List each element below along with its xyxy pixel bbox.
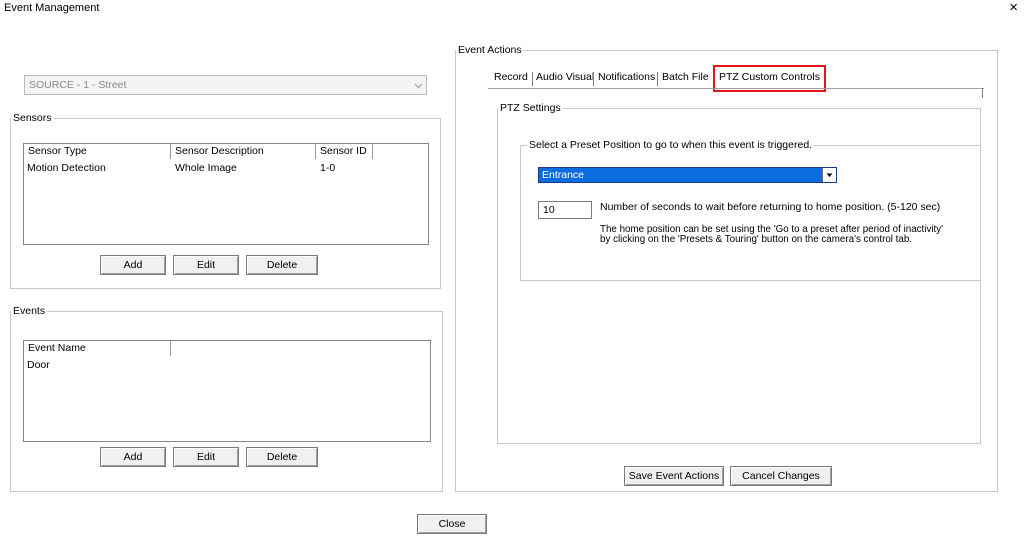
source-select-value: SOURCE - 1 - Street [29,79,127,91]
event-delete-button[interactable]: Delete [246,447,318,467]
event-name-cell: Door [27,359,50,371]
tab-strip-end [982,88,983,98]
sensors-list[interactable]: Sensor Type Sensor Description Sensor ID… [23,143,429,245]
table-row[interactable]: Door [24,358,171,372]
tab-notifications[interactable]: Notifications [594,69,659,87]
events-list-header: Event Name [24,341,430,356]
column-header-sensor-type[interactable]: Sensor Type [24,144,171,159]
chevron-down-icon [414,83,423,89]
window-title: Event Management [4,2,100,14]
event-add-button[interactable]: Add [100,447,166,467]
column-header-sensor-id[interactable]: Sensor ID [316,144,373,159]
close-icon[interactable]: × [1009,0,1018,15]
sensor-description-cell: Whole Image [175,162,237,174]
ptz-settings-legend: PTZ Settings [500,102,561,114]
wait-seconds-input[interactable]: 10 [538,201,592,219]
tab-audio-visual[interactable]: Audio Visual [532,69,598,87]
preset-select-value: Entrance [542,169,585,181]
source-select[interactable]: SOURCE - 1 - Street [24,75,427,95]
close-button[interactable]: Close [417,514,487,534]
sensor-edit-button[interactable]: Edit [173,255,239,275]
preset-select[interactable]: Entrance [538,167,837,183]
tab-batch-file[interactable]: Batch File [658,69,713,87]
sensor-add-button[interactable]: Add [100,255,166,275]
preset-dropdown-button[interactable] [822,168,836,182]
table-row[interactable]: Motion Detection Whole Image 1-0 [24,161,377,175]
sensors-legend: Sensors [13,112,52,124]
sensors-list-header: Sensor Type Sensor Description Sensor ID [24,144,373,159]
tab-record[interactable]: Record [490,69,532,87]
events-list[interactable]: Event Name Door [23,340,431,442]
column-header-event-name[interactable]: Event Name [24,341,171,356]
cancel-changes-button[interactable]: Cancel Changes [730,466,832,486]
column-header-blank[interactable] [171,341,430,356]
wait-seconds-label: Number of seconds to wait before returni… [600,201,941,213]
save-event-actions-button[interactable]: Save Event Actions [624,466,724,486]
chevron-down-icon [826,173,833,177]
preset-position-legend: Select a Preset Position to go to when t… [529,139,813,151]
events-legend: Events [13,305,46,317]
home-position-note-line2: by clicking on the 'Presets & Touring' b… [600,234,913,245]
title-bar: Event Management × [0,0,1024,20]
sensor-id-cell: 1-0 [320,162,336,174]
event-actions-legend: Event Actions [458,44,522,56]
event-actions-tabs: Record Audio Visual Notifications Batch … [488,65,984,98]
sensor-delete-button[interactable]: Delete [246,255,318,275]
column-header-sensor-description[interactable]: Sensor Description [171,144,316,159]
event-edit-button[interactable]: Edit [173,447,239,467]
sensor-type-cell: Motion Detection [27,162,106,174]
tab-strip-line [488,88,984,89]
